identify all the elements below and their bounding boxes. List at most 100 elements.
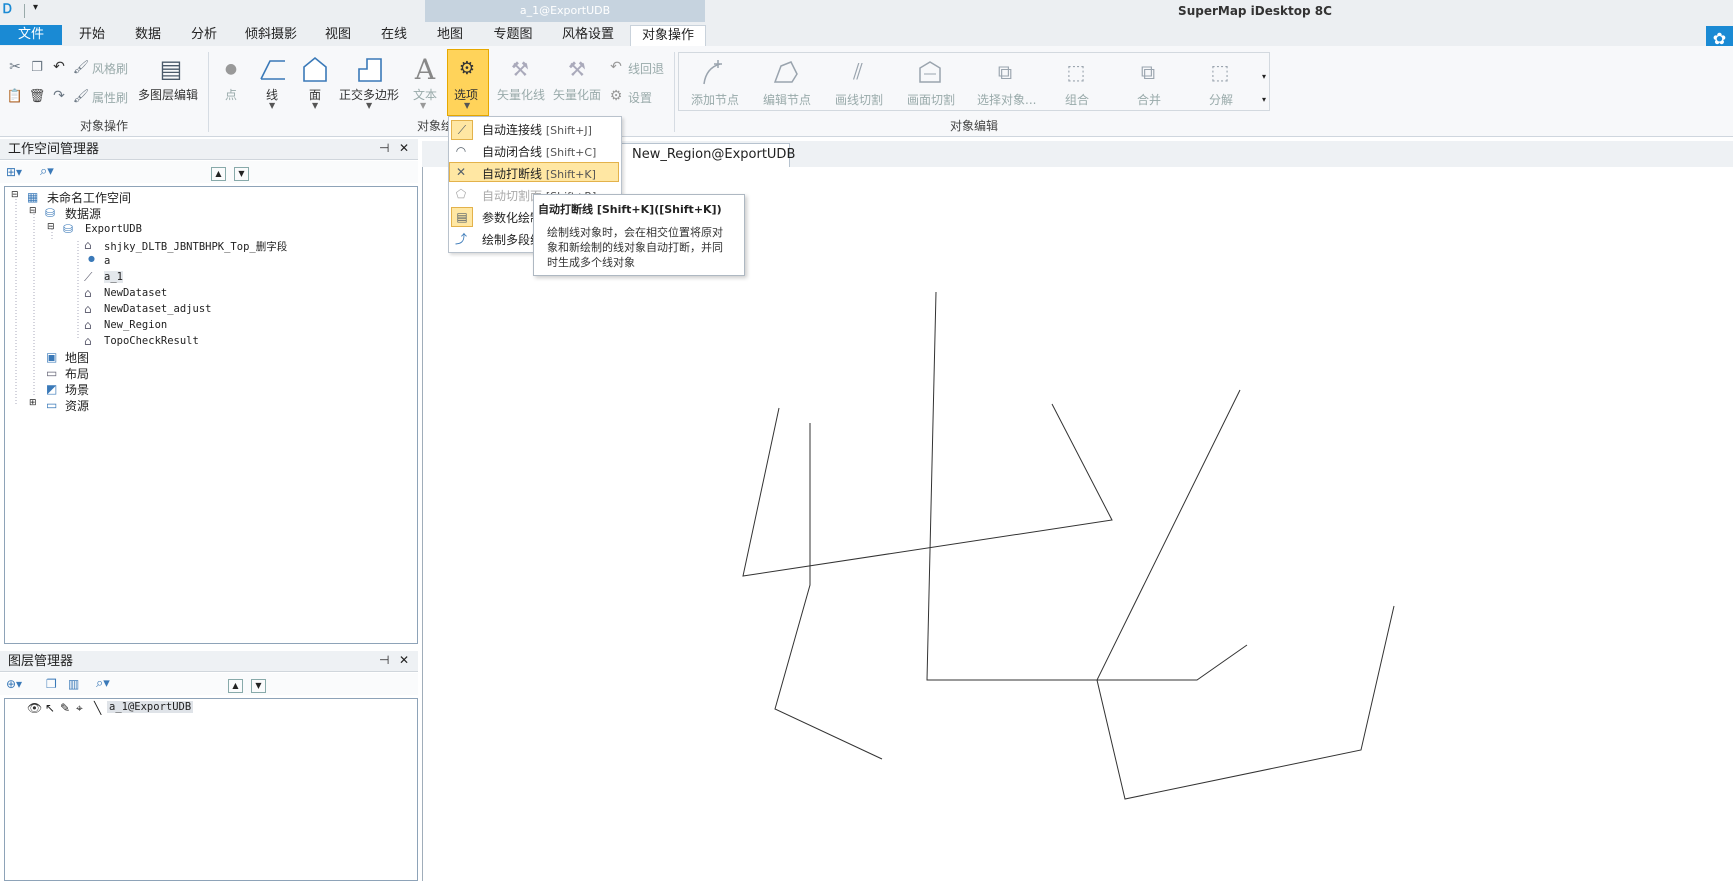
open-workspace-icon[interactable]: ⊞▾ — [6, 165, 22, 179]
dataset-item[interactable]: TopoCheckResult — [104, 335, 199, 347]
text-dropdown-icon[interactable]: ▼ — [420, 101, 426, 110]
tree-workspace[interactable]: 未命名工作空间 — [47, 189, 131, 206]
editable-pencil-icon[interactable]: ✎ — [60, 701, 70, 715]
ortho-polygon-dropdown-icon[interactable]: ▼ — [366, 101, 372, 110]
selectable-cursor-icon[interactable]: ↖ — [45, 701, 55, 715]
text-icon[interactable]: A — [410, 53, 440, 86]
style-brush-label[interactable]: 风格刷 — [92, 60, 128, 77]
map-tab[interactable]: New_Region@ExportUDB — [606, 143, 795, 167]
line-icon[interactable] — [258, 54, 288, 84]
tab-online[interactable]: 在线 — [374, 25, 414, 45]
multi-layer-edit-button[interactable]: 多图层编辑 — [138, 86, 198, 103]
move-down-icon[interactable]: ▼ — [251, 679, 266, 693]
line-dropdown-icon[interactable]: ▼ — [269, 101, 275, 110]
dataset-item[interactable]: NewDataset — [104, 287, 167, 299]
decompose-icon[interactable]: ⬚ — [1206, 58, 1234, 86]
point-icon[interactable]: ● — [222, 60, 240, 78]
move-up-icon[interactable]: ▲ — [211, 167, 226, 181]
tab-object-operations[interactable]: 对象操作 — [630, 25, 706, 47]
line-retreat-icon[interactable]: ↶ — [607, 58, 625, 76]
tab-start[interactable]: 开始 — [72, 25, 112, 45]
draw-region-split-icon[interactable] — [916, 58, 944, 86]
combine-button[interactable]: 组合 — [1065, 91, 1089, 108]
tree-resources[interactable]: 资源 — [65, 397, 89, 414]
dataset-item[interactable]: a — [104, 255, 110, 267]
tab-file[interactable]: 文件 — [0, 25, 62, 45]
menu-item-auto-break[interactable]: 自动打断线 [Shift+K] — [482, 165, 596, 182]
tab-map[interactable]: 地图 — [430, 25, 470, 45]
dataset-item[interactable]: a_1 — [104, 271, 123, 283]
vectorize-line-icon[interactable]: ⚒ — [505, 54, 535, 84]
vectorize-region-button[interactable]: 矢量化面 — [553, 86, 601, 103]
draw-line-split-icon[interactable]: ⫽ — [844, 58, 872, 86]
vectorize-region-icon[interactable]: ⚒ — [562, 54, 592, 84]
search-icon[interactable]: ⌕▾ — [40, 164, 54, 179]
decompose-button[interactable]: 分解 — [1209, 91, 1233, 108]
tree-udb[interactable]: ExportUDB — [85, 223, 142, 235]
region-dropdown-icon[interactable]: ▼ — [312, 101, 318, 110]
add-node-button[interactable]: 添加节点 — [691, 91, 739, 108]
move-up-icon[interactable]: ▲ — [228, 679, 243, 693]
multi-layer-edit-icon[interactable]: ▤ — [155, 54, 187, 84]
ortho-polygon-icon[interactable] — [355, 54, 385, 84]
vectorize-line-button[interactable]: 矢量化线 — [497, 86, 545, 103]
add-layer-icon[interactable]: ⊕▾ — [6, 677, 22, 691]
snap-icon[interactable]: ⌖ — [76, 701, 83, 716]
options-dropdown-icon[interactable]: ▼ — [464, 101, 470, 110]
tree-layouts[interactable]: 布局 — [65, 365, 89, 382]
pin-icon[interactable]: ⊣ — [379, 653, 389, 667]
layer-item[interactable]: a_1@ExportUDB — [107, 701, 194, 713]
attribute-brush-label[interactable]: 属性刷 — [92, 89, 128, 106]
edit-node-button[interactable]: 编辑节点 — [763, 91, 811, 108]
quick-access-dropdown-icon[interactable]: ▾ — [33, 2, 38, 13]
close-icon[interactable]: ✕ — [399, 141, 409, 155]
combine-icon[interactable]: ⬚ — [1062, 58, 1090, 86]
collapse-icon[interactable]: ⊟ — [29, 206, 37, 216]
dataset-item[interactable]: New_Region — [104, 319, 167, 331]
copy-icon[interactable]: ❐ — [28, 58, 46, 76]
region-icon[interactable] — [300, 54, 330, 84]
settings-button[interactable]: 设置 — [628, 89, 652, 106]
gallery-scroll-icon[interactable]: ▾ — [1262, 72, 1266, 81]
tab-data[interactable]: 数据 — [128, 25, 168, 45]
draw-region-split-button[interactable]: 画面切割 — [907, 91, 955, 108]
dataset-item[interactable]: shjky_DLTB_JBNTBHPK_Top_删字段 — [104, 239, 287, 254]
select-object-button[interactable]: 选择对象... — [977, 91, 1036, 108]
line-retreat-button[interactable]: 线回退 — [628, 60, 664, 77]
dataset-item[interactable]: NewDataset_adjust — [104, 303, 211, 315]
menu-item-auto-close[interactable]: 自动闭合线 [Shift+C] — [482, 143, 596, 160]
paste-icon[interactable]: 📋 — [6, 87, 24, 105]
collapse-icon[interactable]: ⊟ — [47, 222, 55, 232]
draw-line-split-button[interactable]: 画线切割 — [835, 91, 883, 108]
tab-analysis[interactable]: 分析 — [184, 25, 224, 45]
merge-button[interactable]: 合并 — [1137, 91, 1161, 108]
undo-icon[interactable]: ↶ — [50, 58, 68, 76]
tab-style-settings[interactable]: 风格设置 — [556, 25, 620, 45]
tab-view[interactable]: 视图 — [318, 25, 358, 45]
cut-icon[interactable]: ✂ — [6, 58, 24, 76]
collapse-icon[interactable]: ⊟ — [11, 190, 19, 200]
pin-icon[interactable]: ⊣ — [379, 141, 389, 155]
merge-icon[interactable]: ⧉ — [1134, 58, 1162, 86]
tree-scenes[interactable]: 场景 — [65, 381, 89, 398]
move-down-icon[interactable]: ▼ — [234, 167, 249, 181]
point-button[interactable]: 点 — [225, 86, 237, 103]
attribute-brush-icon[interactable]: 🖌 — [72, 87, 90, 105]
tree-datasources[interactable]: 数据源 — [65, 205, 101, 222]
settings-gear-icon[interactable]: ⚙ — [607, 87, 625, 105]
tab-oblique[interactable]: 倾斜摄影 — [240, 25, 302, 45]
tab-thematic[interactable]: 专题图 — [486, 25, 540, 45]
visible-eye-icon[interactable]: 👁 — [27, 701, 42, 715]
delete-icon[interactable]: 🗑 — [28, 87, 46, 105]
close-icon[interactable]: ✕ — [399, 653, 409, 667]
expand-icon[interactable]: ⊞ — [29, 398, 37, 408]
select-object-icon[interactable]: ⧉ — [991, 58, 1019, 86]
add-node-icon[interactable] — [700, 58, 728, 86]
layer-style-icon[interactable]: ▥ — [68, 677, 79, 691]
menu-item-auto-connect[interactable]: 自动连接线 [Shift+J] — [482, 121, 592, 138]
edit-node-icon[interactable] — [772, 58, 800, 86]
tree-maps[interactable]: 地图 — [65, 349, 89, 366]
gallery-more-icon[interactable]: ▾ — [1262, 95, 1266, 104]
search-icon[interactable]: ⌕▾ — [96, 676, 110, 691]
style-brush-icon[interactable]: 🖌 — [72, 58, 90, 76]
